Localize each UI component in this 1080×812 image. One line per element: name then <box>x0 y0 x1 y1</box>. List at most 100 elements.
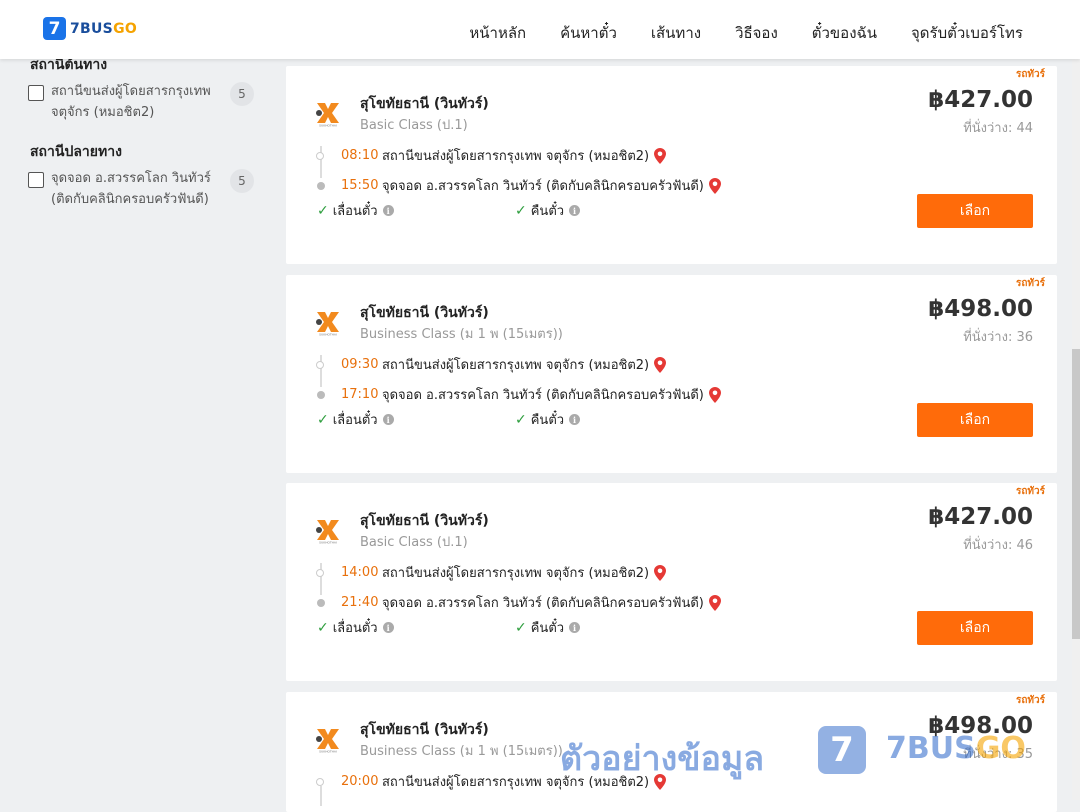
watermark-brand: 7BUSGO <box>886 731 1026 766</box>
origin-filter-option[interactable]: สถานีขนส่งผู้โดยสารกรุงเทพ จตุจักร (หมอช… <box>28 84 226 123</box>
bus-class: Basic Class (ป.1) <box>360 118 468 133</box>
map-pin-icon[interactable] <box>654 147 667 164</box>
svg-text:SUKHOTHAI: SUKHOTHAI <box>319 541 337 545</box>
brand-name-part-a: 7BUS <box>70 20 114 37</box>
refund-ticket-label: คืนตั๋ว <box>530 204 565 219</box>
info-icon[interactable]: i <box>569 622 581 633</box>
operator-logo-icon: SUKHOTHAI <box>316 520 339 545</box>
origin-checkbox[interactable] <box>28 85 44 101</box>
nav-my-tickets[interactable]: ตั๋วของฉัน <box>812 21 877 45</box>
arrival-station: จุดจอด อ.สวรรคโลก วินทัวร์ (ติดกับคลินิก… <box>382 179 704 194</box>
main-nav: หน้าหลัก ค้นหาตั๋ว เส้นทาง วิธีจอง ตั๋วข… <box>469 21 1023 45</box>
origin-count-badge: 5 <box>230 82 254 106</box>
departure-station: สถานีขนส่งผู้โดยสารกรุงเทพ จตุจักร (หมอช… <box>382 149 650 164</box>
operator-logo-icon: SUKHOTHAI <box>316 103 339 128</box>
departure-time: 20:00 <box>341 774 379 789</box>
departure-station: สถานีขนส่งผู้โดยสารกรุงเทพ จตุจักร (หมอช… <box>382 566 650 581</box>
check-icon: ✓ <box>317 619 329 636</box>
map-pin-icon[interactable] <box>654 356 667 373</box>
refund-ticket-label: คืนตั๋ว <box>530 621 565 636</box>
svg-text:SUKHOTHAI: SUKHOTHAI <box>319 750 337 754</box>
bus-type-tag: รถทัวร์ <box>1015 486 1045 497</box>
trip-card: รถทัวร์ SUKHOTHAI สุโขทัยธานี (วินทัวร์)… <box>286 275 1057 473</box>
departure-row: 08:10 สถานีขนส่งผู้โดยสารกรุงเทพ จตุจักร… <box>341 145 667 166</box>
select-trip-button[interactable]: เลือก <box>917 194 1033 228</box>
departure-station: สถานีขนส่งผู้โดยสารกรุงเทพ จตุจักร (หมอช… <box>382 358 650 373</box>
departure-dot <box>316 569 324 577</box>
brand-name: 7BUSGO <box>70 21 137 37</box>
refund-ticket-feature: ✓ คืนตั๋ว i <box>515 617 581 638</box>
departure-time: 09:30 <box>341 357 379 372</box>
nav-routes[interactable]: เส้นทาง <box>651 21 701 45</box>
check-icon: ✓ <box>515 202 527 219</box>
destination-checkbox[interactable] <box>28 172 44 188</box>
departure-row: 09:30 สถานีขนส่งผู้โดยสารกรุงเทพ จตุจักร… <box>341 354 667 375</box>
check-icon: ✓ <box>515 411 527 428</box>
bus-class: Business Class (ม 1 พ (15เมตร)) <box>360 744 563 759</box>
destination-count-badge: 5 <box>230 169 254 193</box>
info-icon[interactable]: i <box>569 205 581 216</box>
nav-search-tickets[interactable]: ค้นหาตั๋ว <box>560 21 617 45</box>
change-ticket-feature: ✓ เลื่อนตั๋ว i <box>317 409 394 430</box>
refund-ticket-feature: ✓ คืนตั๋ว i <box>515 200 581 221</box>
nav-how-to-book[interactable]: วิธีจอง <box>735 21 778 45</box>
svg-text:SUKHOTHAI: SUKHOTHAI <box>319 124 337 128</box>
select-trip-button[interactable]: เลือก <box>917 611 1033 645</box>
select-trip-button[interactable]: เลือก <box>917 403 1033 437</box>
destination-filter-option[interactable]: จุดจอด อ.สวรรคโลก วินทัวร์ (ติดกับคลินิก… <box>28 171 226 210</box>
arrival-dot <box>317 599 325 607</box>
watermark-brand-part-b: GO <box>975 731 1026 766</box>
map-pin-icon[interactable] <box>654 564 667 581</box>
departure-time: 08:10 <box>341 148 379 163</box>
seats-available: ที่นั่งว่าง: 36 <box>963 330 1033 345</box>
arrival-row: 21:40 จุดจอด อ.สวรรคโลก วินทัวร์ (ติดกับ… <box>341 592 721 613</box>
arrival-time: 15:50 <box>341 178 379 193</box>
destination-filter-title: สถานีปลายทาง <box>30 144 122 160</box>
seats-available: ที่นั่งว่าง: 46 <box>963 538 1033 553</box>
arrival-dot <box>317 391 325 399</box>
page-scrollbar[interactable] <box>1072 59 1080 800</box>
destination-option-label: จุดจอด อ.สวรรคโลก วินทัวร์ (ติดกับคลินิก… <box>51 171 211 207</box>
arrival-time: 17:10 <box>341 387 379 402</box>
operator-logo-icon: SUKHOTHAI <box>316 312 339 336</box>
route-timeline <box>320 786 322 806</box>
departure-dot <box>316 778 324 786</box>
refund-ticket-feature: ✓ คืนตั๋ว i <box>515 409 581 430</box>
operator-logo-icon: SUKHOTHAI <box>316 729 339 754</box>
info-icon[interactable]: i <box>382 205 394 216</box>
info-icon[interactable]: i <box>382 622 394 633</box>
departure-dot <box>316 152 324 160</box>
brand-logo[interactable]: 7 7BUSGO <box>43 17 137 40</box>
info-icon[interactable]: i <box>569 414 581 425</box>
trip-card: รถทัวร์ SUKHOTHAI สุโขทัยธานี (วินทัวร์)… <box>286 483 1057 681</box>
origin-option-label: สถานีขนส่งผู้โดยสารกรุงเทพ จตุจักร (หมอช… <box>51 84 211 120</box>
map-pin-icon[interactable] <box>708 386 721 403</box>
nav-pickup-points[interactable]: จุดรับตั๋วเบอร์โทร <box>911 21 1023 45</box>
map-pin-icon[interactable] <box>708 177 721 194</box>
info-icon[interactable]: i <box>382 414 394 425</box>
map-pin-icon[interactable] <box>708 594 721 611</box>
operator-name: สุโขทัยธานี (วินทัวร์) <box>360 513 489 529</box>
departure-time: 14:00 <box>341 565 379 580</box>
seats-available: ที่นั่งว่าง: 44 <box>963 121 1033 136</box>
bus-class: Business Class (ม 1 พ (15เมตร)) <box>360 327 563 342</box>
departure-dot <box>316 361 324 369</box>
arrival-row: 15:50 จุดจอด อ.สวรรคโลก วินทัวร์ (ติดกับ… <box>341 175 721 196</box>
nav-home[interactable]: หน้าหลัก <box>469 21 526 45</box>
operator-name: สุโขทัยธานี (วินทัวร์) <box>360 96 489 112</box>
operator-name: สุโขทัยธานี (วินทัวร์) <box>360 722 489 738</box>
scrollbar-thumb[interactable] <box>1072 349 1080 639</box>
route-timeline <box>320 146 322 178</box>
change-ticket-label: เลื่อนตั๋ว <box>332 413 378 428</box>
check-icon: ✓ <box>515 619 527 636</box>
route-timeline <box>320 563 322 595</box>
sample-data-watermark: ตัวอย่างข้อมูล <box>560 739 765 779</box>
filter-sidebar: สถานีต้นทาง สถานีขนส่งผู้โดยสารกรุงเทพ จ… <box>0 57 285 800</box>
brand-logo-icon: 7 <box>43 17 66 40</box>
arrival-dot <box>317 182 325 190</box>
bus-class: Basic Class (ป.1) <box>360 535 468 550</box>
refund-ticket-label: คืนตั๋ว <box>530 413 565 428</box>
check-icon: ✓ <box>317 411 329 428</box>
top-header: 7 7BUSGO หน้าหลัก ค้นหาตั๋ว เส้นทาง วิธี… <box>0 0 1080 59</box>
arrival-station: จุดจอด อ.สวรรคโลก วินทัวร์ (ติดกับคลินิก… <box>382 388 704 403</box>
